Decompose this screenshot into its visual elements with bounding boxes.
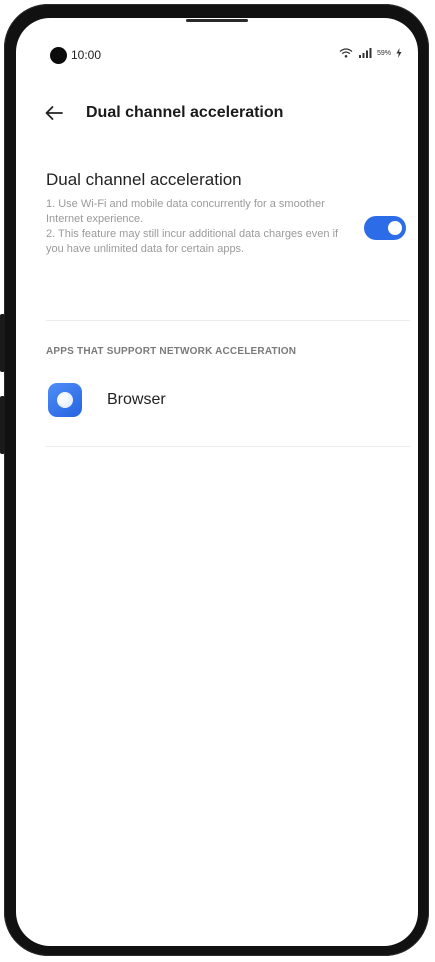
app-label: Browser: [107, 391, 166, 408]
setting-description-line-2: 2. This feature may still incur addition…: [46, 228, 339, 255]
toggle-knob: [388, 221, 402, 235]
arrow-left-icon: [42, 106, 66, 128]
page-title: Dual channel acceleration: [86, 104, 284, 121]
speaker-grille: [186, 19, 248, 22]
phone-frame: 10:00 59% Dual channel acceleration Dual…: [0, 4, 429, 956]
front-camera: [50, 47, 67, 64]
wifi-icon: [339, 48, 353, 58]
setting-description-line-1: 1. Use Wi-Fi and mobile data concurrentl…: [46, 198, 325, 225]
dual-channel-toggle[interactable]: [364, 216, 406, 240]
status-icons: 59%: [339, 48, 402, 58]
divider: [46, 446, 410, 447]
battery-percent: 59%: [376, 49, 391, 57]
app-bar: Dual channel acceleration: [16, 98, 418, 128]
apps-section-header: APPS THAT SUPPORT NETWORK ACCELERATION: [46, 346, 297, 357]
setting-title: Dual channel acceleration: [46, 170, 242, 189]
divider: [46, 320, 410, 321]
battery-charging-icon: [396, 48, 402, 58]
back-button[interactable]: [42, 102, 66, 124]
browser-icon-glyph: [57, 392, 73, 408]
browser-icon: [48, 383, 82, 417]
dual-channel-setting: Dual channel acceleration 1. Use Wi-Fi a…: [46, 170, 396, 257]
setting-description: 1. Use Wi-Fi and mobile data concurrentl…: [46, 197, 346, 257]
status-time: 10:00: [71, 48, 102, 62]
status-bar: 10:00 59%: [16, 44, 418, 68]
signal-icon: [358, 48, 372, 58]
screen: 10:00 59% Dual channel acceleration Dual…: [16, 18, 418, 946]
side-button-upper: [0, 314, 5, 372]
app-row-browser[interactable]: Browser: [46, 380, 410, 424]
side-button-lower: [0, 396, 5, 454]
